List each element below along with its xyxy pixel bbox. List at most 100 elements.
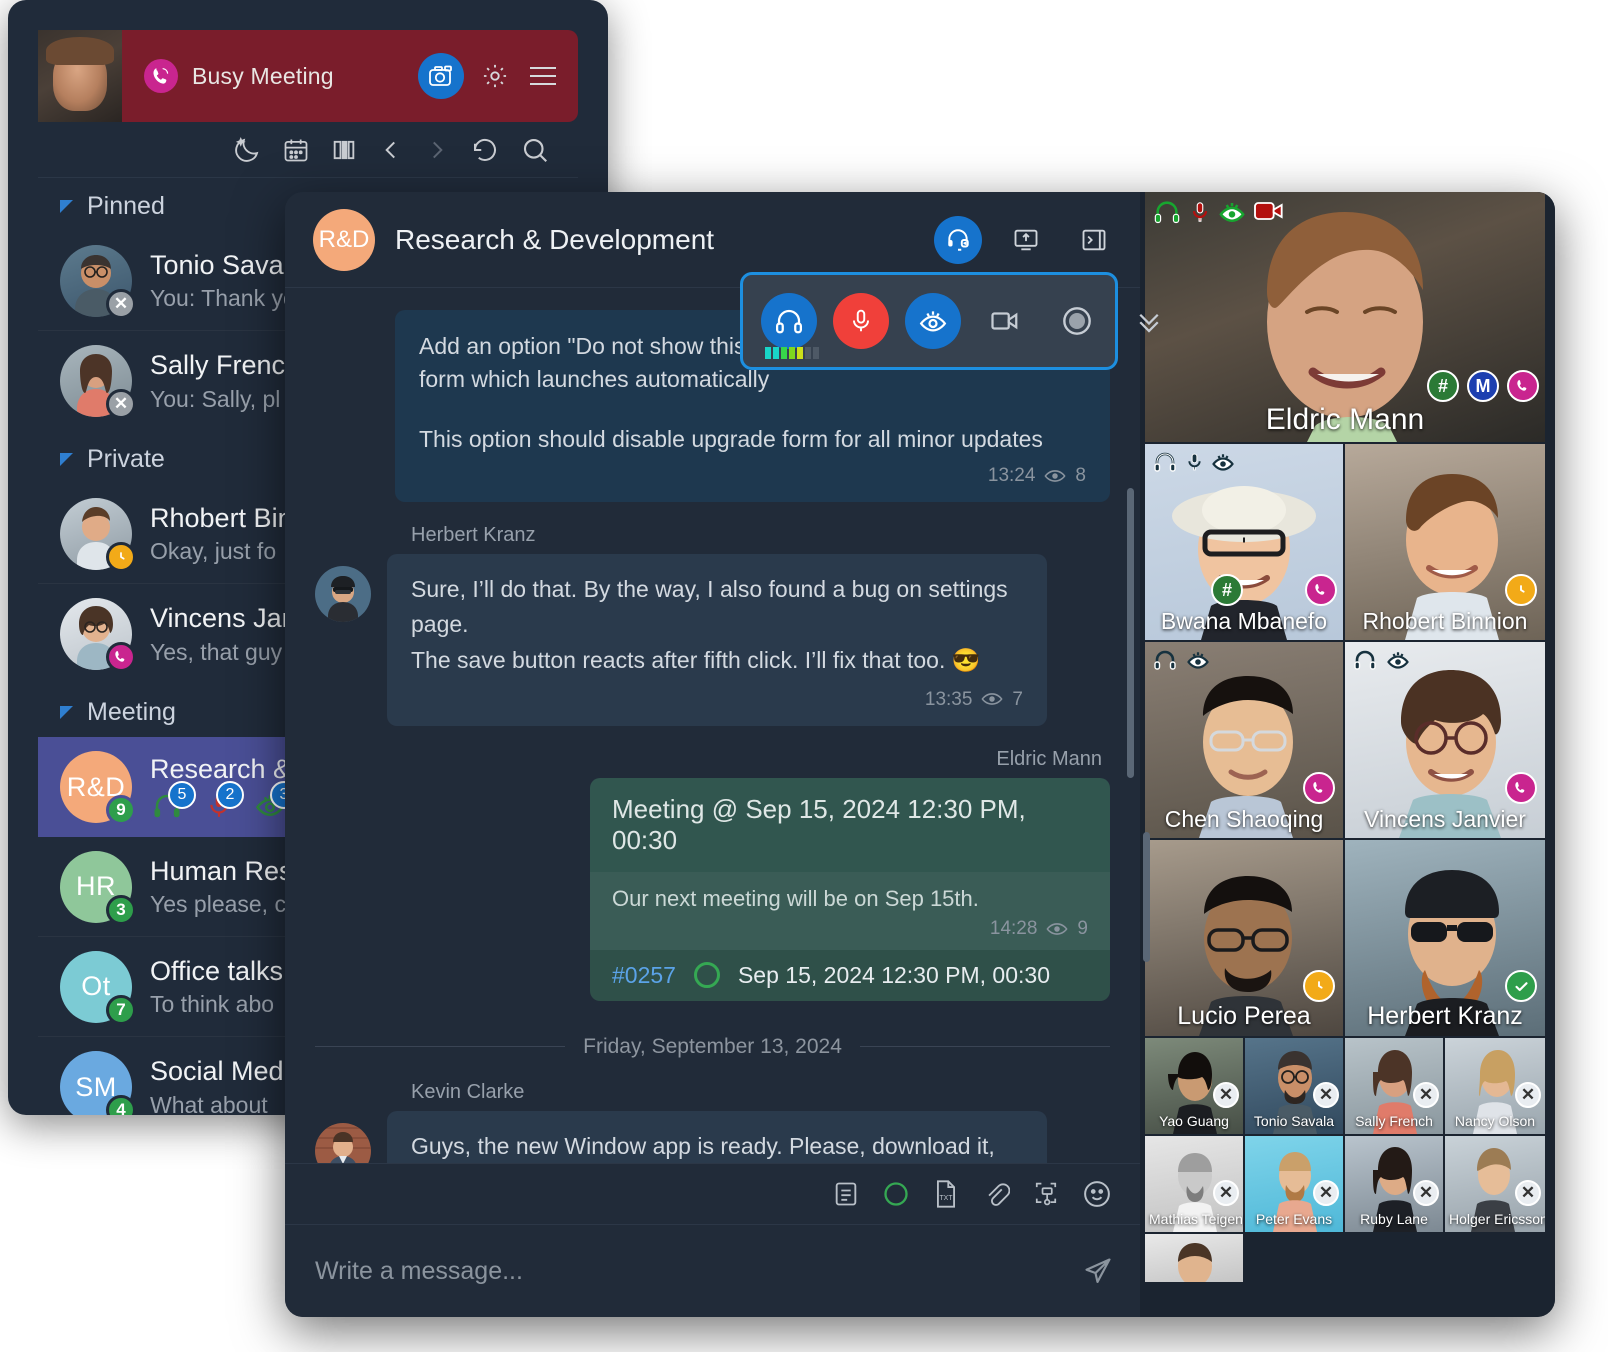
video-tile-vincens-janvier[interactable]: Vincens Janvier <box>1345 642 1545 838</box>
tile-action-badges[interactable] <box>1303 970 1335 1002</box>
section-label: Private <box>87 445 165 473</box>
tile-status-icons <box>1151 450 1236 474</box>
mail-badge-icon[interactable]: M <box>1467 370 1499 402</box>
close-icon[interactable]: ✕ <box>1515 1082 1541 1108</box>
chat-scrollbar[interactable] <box>1127 488 1134 778</box>
chevron-double-down-icon[interactable] <box>1121 293 1177 349</box>
tile-status-icons <box>1151 198 1285 226</box>
video-tile-ruby-lane[interactable]: ✕ Ruby Lane <box>1345 1136 1443 1232</box>
close-icon[interactable]: ✕ <box>1515 1180 1541 1206</box>
video-tile-partial[interactable] <box>1145 1234 1243 1282</box>
chevron-left-icon[interactable] <box>378 136 404 164</box>
participant-name: Mathias Teigen <box>1149 1211 1243 1227</box>
tile-action-badges[interactable] <box>1505 772 1537 804</box>
status-circle-icon[interactable] <box>882 1180 910 1208</box>
participant-name: Eldric Mann <box>1265 403 1425 436</box>
viber-call-badge-icon[interactable] <box>1303 772 1335 804</box>
clock-badge-icon[interactable] <box>1505 574 1537 606</box>
emoji-icon[interactable] <box>1082 1179 1112 1209</box>
video-tile-yao-guang[interactable]: ✕ Yao Guang <box>1145 1038 1243 1134</box>
message-bubble-incoming[interactable]: Guys, the new Window app is ready. Pleas… <box>387 1110 1047 1163</box>
close-icon[interactable]: ✕ <box>1413 1082 1439 1108</box>
video-tile-bwana-mbanefo[interactable]: # Bwana Mbanefo <box>1145 444 1343 640</box>
gear-icon[interactable] <box>478 59 512 93</box>
titlebar-strip: Busy Meeting <box>122 30 578 122</box>
tile-action-badges[interactable] <box>1505 574 1537 606</box>
microphone-icon[interactable] <box>833 293 889 349</box>
screenshot-icon[interactable] <box>1032 1179 1060 1209</box>
close-icon[interactable]: ✕ <box>1213 1082 1239 1108</box>
screen-share-icon[interactable] <box>1002 216 1050 264</box>
tile-action-badges[interactable] <box>1303 772 1335 804</box>
canned-response-icon[interactable] <box>832 1180 860 1208</box>
headphones-icon[interactable] <box>761 293 817 349</box>
video-tile-mathias-teigen[interactable]: ✕ Mathias Teigen <box>1145 1136 1243 1232</box>
avatar <box>60 497 136 572</box>
collapse-triangle-icon <box>60 200 73 213</box>
camera-off-icon[interactable] <box>977 293 1033 349</box>
clock-badge-icon[interactable] <box>1303 970 1335 1002</box>
meeting-ticket-link[interactable]: #0257 <box>612 962 676 989</box>
close-icon[interactable]: ✕ <box>1313 1180 1339 1206</box>
video-tile-holger-ericsson[interactable]: ✕ Holger Ericsson <box>1445 1136 1545 1232</box>
meeting-card[interactable]: Meeting @ Sep 15, 2024 12:30 PM, 00:30 O… <box>590 777 1110 1001</box>
hamburger-menu-icon[interactable] <box>526 59 560 93</box>
video-tile-nancy-olson[interactable]: ✕ Nancy Olson <box>1445 1038 1545 1134</box>
history-icon[interactable] <box>470 135 500 165</box>
record-icon[interactable] <box>1049 293 1105 349</box>
call-control-bar[interactable] <box>740 272 1159 370</box>
message-input[interactable] <box>315 1256 1066 1286</box>
close-icon[interactable]: ✕ <box>1313 1082 1339 1108</box>
participant-name: Chen Shaoqing <box>1164 806 1324 832</box>
video-tile-chen-shaoqing[interactable]: Chen Shaoqing <box>1145 642 1343 838</box>
close-icon[interactable]: ✕ <box>1213 1180 1239 1206</box>
meeting-card-text: Our next meeting will be on Sep 15th. <box>612 885 979 911</box>
participant-name: Yao Guang <box>1159 1113 1229 1129</box>
tile-action-badges[interactable]: # M <box>1427 370 1539 402</box>
participant-name: Tonio Savala <box>1253 1113 1335 1129</box>
viber-call-badge-icon[interactable] <box>1305 574 1337 606</box>
attachment-icon[interactable] <box>982 1179 1010 1209</box>
headphones-count: 5 <box>168 781 196 810</box>
columns-icon[interactable] <box>330 136 358 164</box>
collapse-panel-icon[interactable] <box>1070 216 1118 264</box>
message-list[interactable]: Add an option "Do not show this message … <box>285 288 1140 1163</box>
moon-icon[interactable] <box>232 135 262 165</box>
txt-file-icon[interactable]: TXT <box>932 1179 960 1209</box>
video-tile-eldric-mann[interactable]: # M Eldric Mann <box>1145 192 1545 442</box>
viber-call-badge-icon[interactable] <box>1507 370 1539 402</box>
check-badge-icon[interactable] <box>1505 970 1537 1002</box>
participant-name: Vincens Janvier <box>1364 806 1526 832</box>
composer[interactable] <box>285 1225 1140 1317</box>
participant-name: Ruby Lane <box>1360 1211 1428 1227</box>
chevron-right-icon[interactable] <box>424 136 450 164</box>
video-tile-tonio-savala[interactable]: ✕ Tonio Savala <box>1245 1038 1343 1134</box>
send-icon[interactable] <box>1082 1257 1114 1285</box>
message-bubble-incoming[interactable]: Sure, I’ll do that. By the way, I also f… <box>387 553 1047 726</box>
camera-button[interactable] <box>418 53 464 99</box>
eye-icon[interactable] <box>905 293 961 349</box>
video-tile-herbert-kranz[interactable]: Herbert Kranz <box>1345 840 1545 1036</box>
status-badge-on-call <box>106 642 136 672</box>
meeting-card-body: Our next meeting will be on Sep 15th. 14… <box>590 871 1110 950</box>
video-tile-peter-evans[interactable]: ✕ Peter Evans <box>1245 1136 1343 1232</box>
hash-badge-icon[interactable]: # <box>1211 574 1243 606</box>
headset-call-button[interactable] <box>934 215 982 264</box>
tile-action-badges[interactable]: # <box>1151 574 1343 606</box>
hash-badge-icon[interactable]: # <box>1427 370 1459 402</box>
search-icon[interactable] <box>520 135 550 165</box>
calendar-icon[interactable] <box>282 136 310 164</box>
close-icon[interactable]: ✕ <box>1413 1180 1439 1206</box>
video-tile-rhobert-binnion[interactable]: Rhobert Binnion <box>1345 444 1545 640</box>
video-tile-sally-french[interactable]: ✕ Sally French <box>1345 1038 1443 1134</box>
page-title: Research & Development <box>395 223 715 255</box>
date-divider: Friday, September 13, 2024 <box>315 1035 1111 1059</box>
video-grid: # M Eldric Mann # Bwana Mbanefo Rhobert … <box>1140 192 1555 1317</box>
meeting-card-footer: #0257 Sep 15, 2024 12:30 PM, 00:30 <box>590 949 1110 1001</box>
participant-name: Sally French <box>1355 1113 1433 1129</box>
avatar <box>315 1122 371 1163</box>
video-tile-lucio-perea[interactable]: Lucio Perea <box>1145 840 1343 1036</box>
viber-call-badge-icon[interactable] <box>1505 772 1537 804</box>
tile-action-badges[interactable] <box>1505 970 1537 1002</box>
video-grid-scrollbar[interactable] <box>1143 832 1150 962</box>
